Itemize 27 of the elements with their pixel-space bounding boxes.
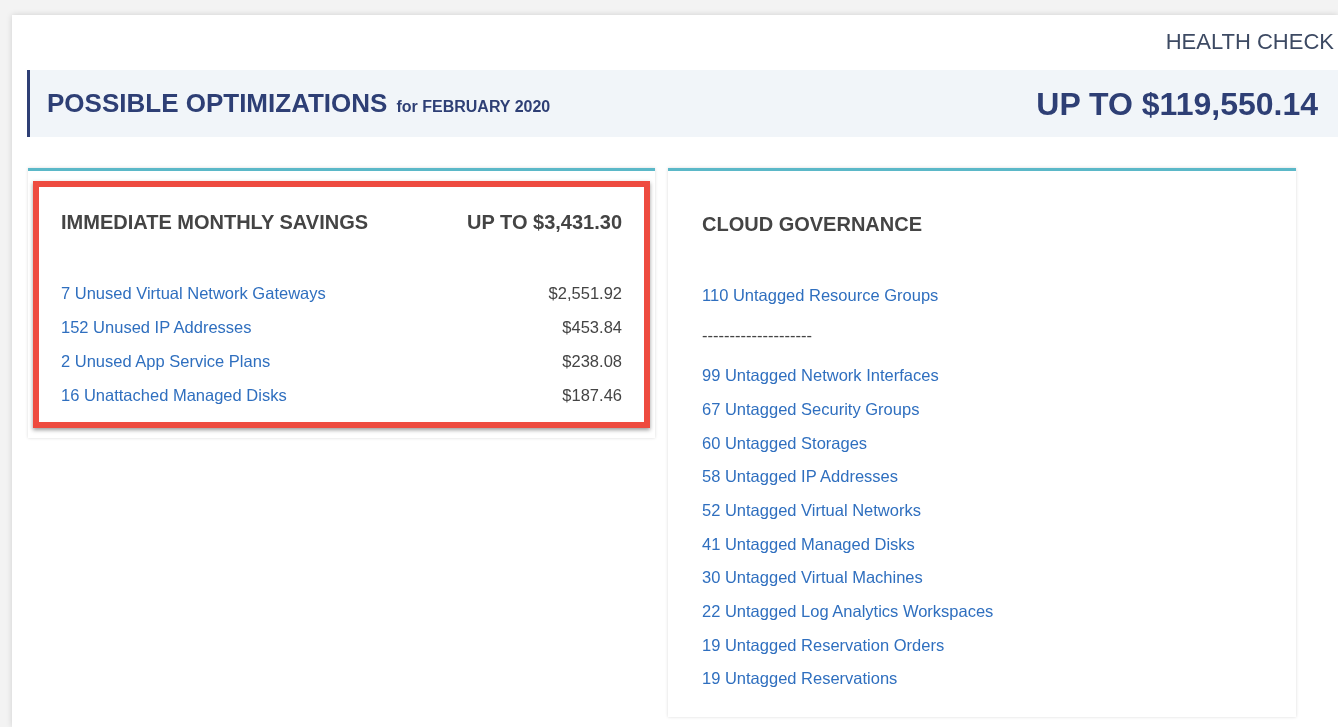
savings-total: UP TO $3,431.30 — [467, 210, 622, 235]
savings-link[interactable]: 16 Unattached Managed Disks — [61, 382, 287, 408]
governance-title: CLOUD GOVERNANCE — [702, 212, 922, 237]
separator-dashes: -------------------- — [702, 325, 812, 347]
governance-link[interactable]: 99 Untagged Network Interfaces — [702, 363, 939, 388]
health-check-link[interactable]: HEALTH CHECK — [1165, 25, 1334, 70]
governance-link[interactable]: 30 Untagged Virtual Machines — [702, 565, 923, 591]
savings-amount: $187.46 — [562, 384, 622, 406]
governance-link[interactable]: 52 Untagged Virtual Networks — [702, 497, 921, 523]
governance-link[interactable]: 19 Untagged Reservations — [702, 666, 898, 692]
header-total: UP TO $119,550.14 — [1036, 84, 1318, 124]
governance-link[interactable]: 22 Untagged Log Analytics Workspaces — [702, 598, 994, 624]
savings-amount: $238.08 — [562, 350, 622, 372]
savings-title: IMMEDIATE MONTHLY SAVINGS — [61, 210, 369, 235]
header-subtitle: for FEBRUARY 2020 — [396, 97, 551, 117]
governance-link[interactable]: 41 Untagged Managed Disks — [702, 531, 915, 557]
savings-amount: $453.84 — [562, 317, 622, 339]
savings-link[interactable]: 152 Unused IP Addresses — [61, 315, 252, 340]
governance-link[interactable]: 19 Untagged Reservation Orders — [702, 632, 945, 658]
governance-link[interactable]: 58 Untagged IP Addresses — [702, 464, 898, 489]
governance-link[interactable]: 67 Untagged Security Groups — [702, 396, 920, 422]
governance-link[interactable]: 60 Untagged Storages — [702, 430, 868, 456]
header-title: POSSIBLE OPTIMIZATIONS — [47, 87, 388, 120]
governance-link[interactable]: 110 Untagged Resource Groups — [702, 283, 939, 309]
savings-amount: $2,551.92 — [548, 283, 622, 305]
savings-link[interactable]: 7 Unused Virtual Network Gateways — [61, 281, 326, 307]
savings-link[interactable]: 2 Unused App Service Plans — [61, 348, 271, 374]
